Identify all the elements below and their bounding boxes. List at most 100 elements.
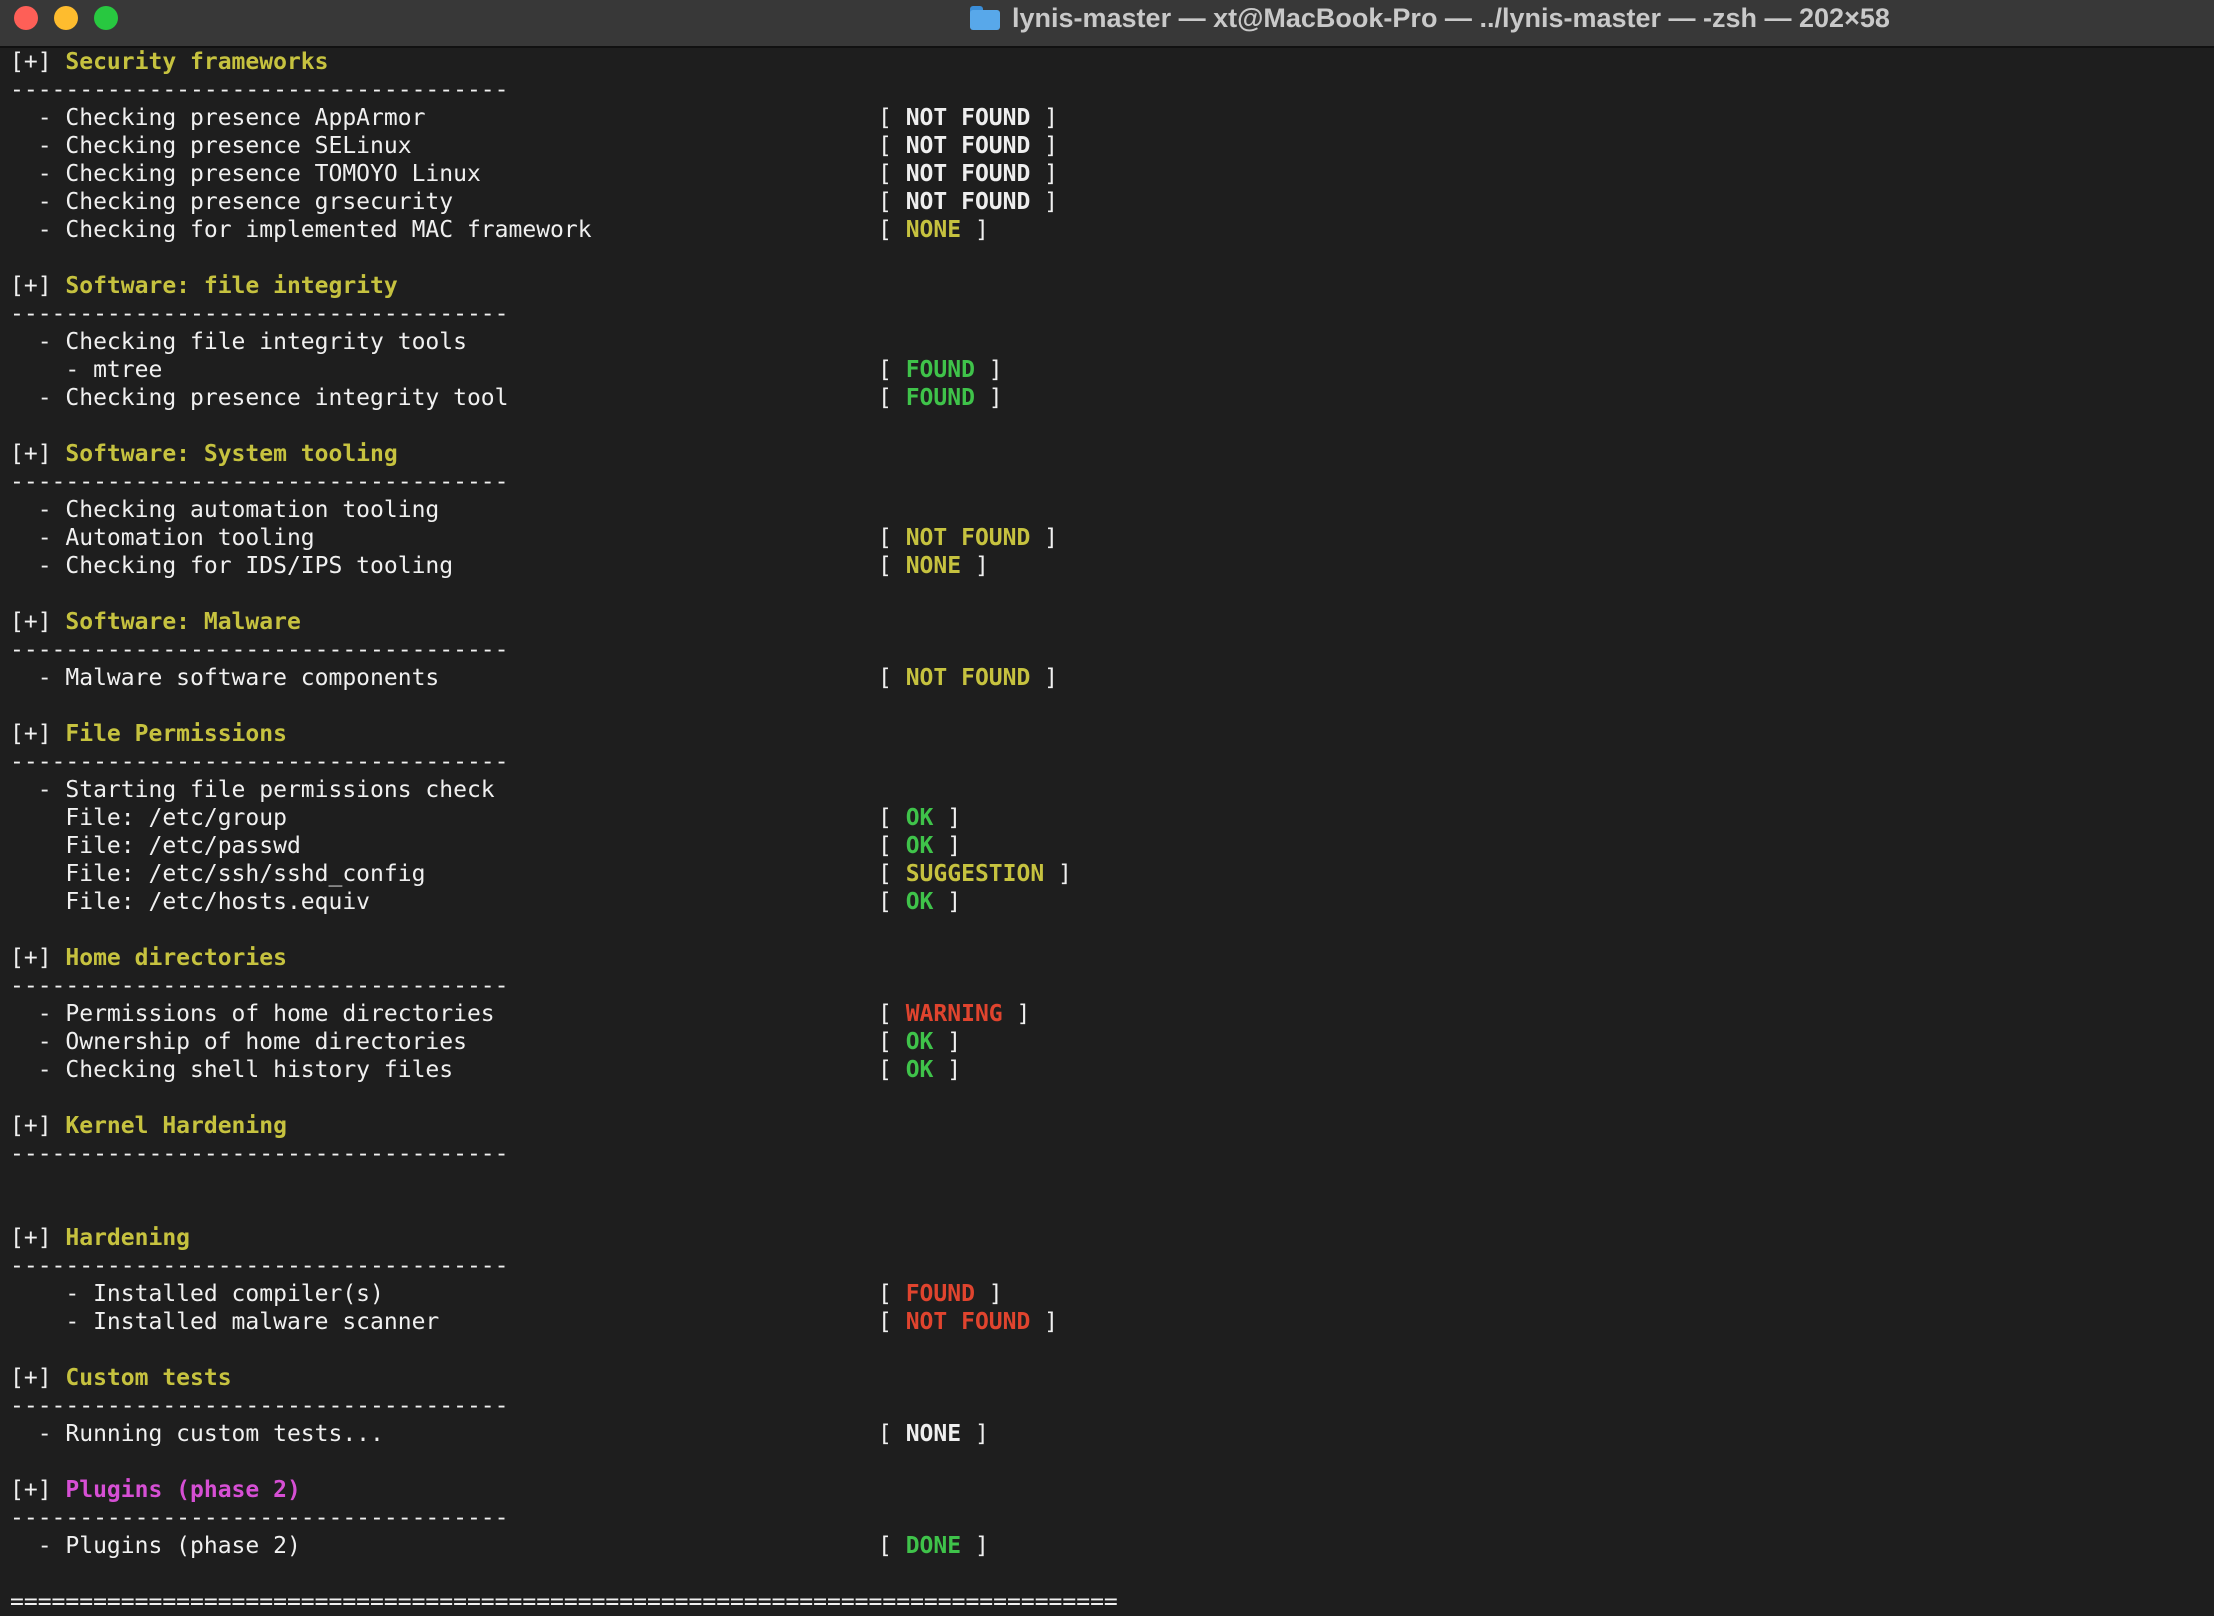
- status-bracket-open: [: [878, 889, 906, 915]
- status-value: FOUND: [905, 385, 975, 411]
- status-bracket-open: [: [878, 805, 906, 831]
- output-line: - Checking automation tooling: [10, 497, 440, 523]
- status-bracket-open: [: [878, 161, 906, 187]
- status-value: OK: [905, 1029, 934, 1055]
- status-value: OK: [905, 1057, 934, 1083]
- close-window-button[interactable]: [14, 6, 38, 30]
- status-bracket-close: ]: [961, 553, 989, 579]
- status-value: DONE: [905, 1533, 962, 1559]
- status-value: NOT FOUND: [905, 189, 1031, 215]
- status-bracket-open: [: [878, 133, 906, 159]
- check-line: - Checking presence AppArmor[ NOT FOUND …: [10, 104, 1118, 132]
- check-line: File: /etc/passwd [ OK ]: [10, 832, 1118, 860]
- status-bracket-open: [: [878, 833, 906, 859]
- status-bracket-open: [: [878, 217, 906, 243]
- section-header-title: Hardening: [65, 1225, 191, 1251]
- section-header-prefix: [+]: [10, 1477, 66, 1503]
- check-label: - Checking for IDS/IPS tooling: [10, 553, 454, 579]
- output-line: ========================================…: [10, 1589, 1118, 1615]
- check-label: - Checking presence integrity tool: [10, 385, 509, 411]
- status-value: NOT FOUND: [905, 133, 1031, 159]
- status-value: NOT FOUND: [905, 525, 1031, 551]
- status-bracket-close: ]: [933, 805, 962, 831]
- check-line: - Automation tooling [ NOT FOUND ]: [10, 524, 1118, 552]
- check-line: - Running custom tests... [ NONE ]: [10, 1420, 1118, 1448]
- check-label: File: /etc/passwd: [10, 833, 301, 859]
- check-line: - Ownership of home directories [ OK ]: [10, 1028, 1118, 1056]
- check-label: - Malware software components: [10, 665, 440, 691]
- status-bracket-close: ]: [1044, 861, 1072, 887]
- section-header-prefix: [+]: [10, 441, 66, 467]
- check-label: - mtree: [10, 357, 163, 383]
- section-header-prefix: [+]: [10, 1365, 66, 1391]
- check-line: - Checking presence integrity tool [ FOUN…: [10, 384, 1118, 412]
- section-header-title: Software: file integrity: [65, 273, 398, 299]
- status-bracket-close: ]: [1030, 665, 1059, 691]
- section-header: [+] Kernel Hardening: [10, 1112, 1118, 1140]
- status-value: OK: [905, 805, 934, 831]
- terminal-output[interactable]: [+] Security frameworks -----------------…: [10, 48, 1118, 1616]
- output-line: ------------------------------------: [10, 1505, 509, 1531]
- status-value: FOUND: [905, 357, 975, 383]
- section-header: [+] Plugins (phase 2): [10, 1476, 1118, 1504]
- output-line: ------------------------------------: [10, 973, 509, 999]
- section-header-title: Software: Malware: [65, 609, 301, 635]
- check-label: - Running custom tests...: [10, 1421, 384, 1447]
- section-header-prefix: [+]: [10, 49, 66, 75]
- status-value: OK: [905, 833, 934, 859]
- output-line: ------------------------------------: [10, 637, 509, 663]
- check-label: - Checking presence TOMOYO Linux: [10, 161, 481, 187]
- folder-icon: [970, 6, 1000, 30]
- status-bracket-close: ]: [1030, 1309, 1059, 1335]
- title-bar[interactable]: lynis-master — xt@MacBook-Pro — ../lynis…: [0, 0, 2214, 48]
- status-bracket-close: ]: [933, 1057, 962, 1083]
- check-line: - Checking shell history files [ OK ]: [10, 1056, 1118, 1084]
- status-bracket-open: [: [878, 1421, 906, 1447]
- section-header-title: Custom tests: [65, 1365, 232, 1391]
- status-bracket-close: ]: [933, 1029, 962, 1055]
- check-label: - Plugins (phase 2): [10, 1533, 301, 1559]
- status-bracket-open: [: [878, 665, 906, 691]
- zoom-window-button[interactable]: [94, 6, 118, 30]
- check-label: - Installed compiler(s): [10, 1281, 384, 1307]
- minimize-window-button[interactable]: [54, 6, 78, 30]
- output-line: - Starting file permissions check: [10, 777, 495, 803]
- section-header: [+] Software: file integrity: [10, 272, 1118, 300]
- status-bracket-open: [: [878, 553, 906, 579]
- section-header-prefix: [+]: [10, 273, 66, 299]
- output-line: ------------------------------------: [10, 749, 509, 775]
- check-line: - Checking presence SELinux [ NOT FOUND ]: [10, 132, 1118, 160]
- check-line: - Plugins (phase 2) [ DONE ]: [10, 1532, 1118, 1560]
- status-value: NOT FOUND: [905, 665, 1031, 691]
- status-bracket-close: ]: [961, 217, 989, 243]
- status-bracket-close: ]: [974, 357, 1003, 383]
- status-value: SUGGESTION: [905, 861, 1045, 887]
- check-line: File: /etc/group [ OK ]: [10, 804, 1118, 832]
- section-header-prefix: [+]: [10, 945, 66, 971]
- status-bracket-close: ]: [961, 1533, 989, 1559]
- check-label: - Checking for implemented MAC framework: [10, 217, 592, 243]
- check-line: - Checking for IDS/IPS tooling [ NONE ]: [10, 552, 1118, 580]
- section-header: [+] Custom tests: [10, 1364, 1118, 1392]
- section-header-prefix: [+]: [10, 721, 66, 747]
- check-label: - Checking presence SELinux: [10, 133, 412, 159]
- status-bracket-close: ]: [933, 889, 962, 915]
- check-label: - Automation tooling: [10, 525, 315, 551]
- status-bracket-open: [: [878, 861, 906, 887]
- status-bracket-close: ]: [1030, 133, 1059, 159]
- check-line: - Checking presence TOMOYO Linux [ NOT FO…: [10, 160, 1118, 188]
- section-header: [+] Home directories: [10, 944, 1118, 972]
- check-label: - Permissions of home directories: [10, 1001, 495, 1027]
- section-header: [+] Hardening: [10, 1224, 1118, 1252]
- status-bracket-close: ]: [961, 1421, 989, 1447]
- check-line: - Installed compiler(s) [ FOUND ]: [10, 1280, 1118, 1308]
- check-label: - Installed malware scanner: [10, 1309, 440, 1335]
- status-bracket-open: [: [878, 1057, 906, 1083]
- output-line: - Checking file integrity tools: [10, 329, 467, 355]
